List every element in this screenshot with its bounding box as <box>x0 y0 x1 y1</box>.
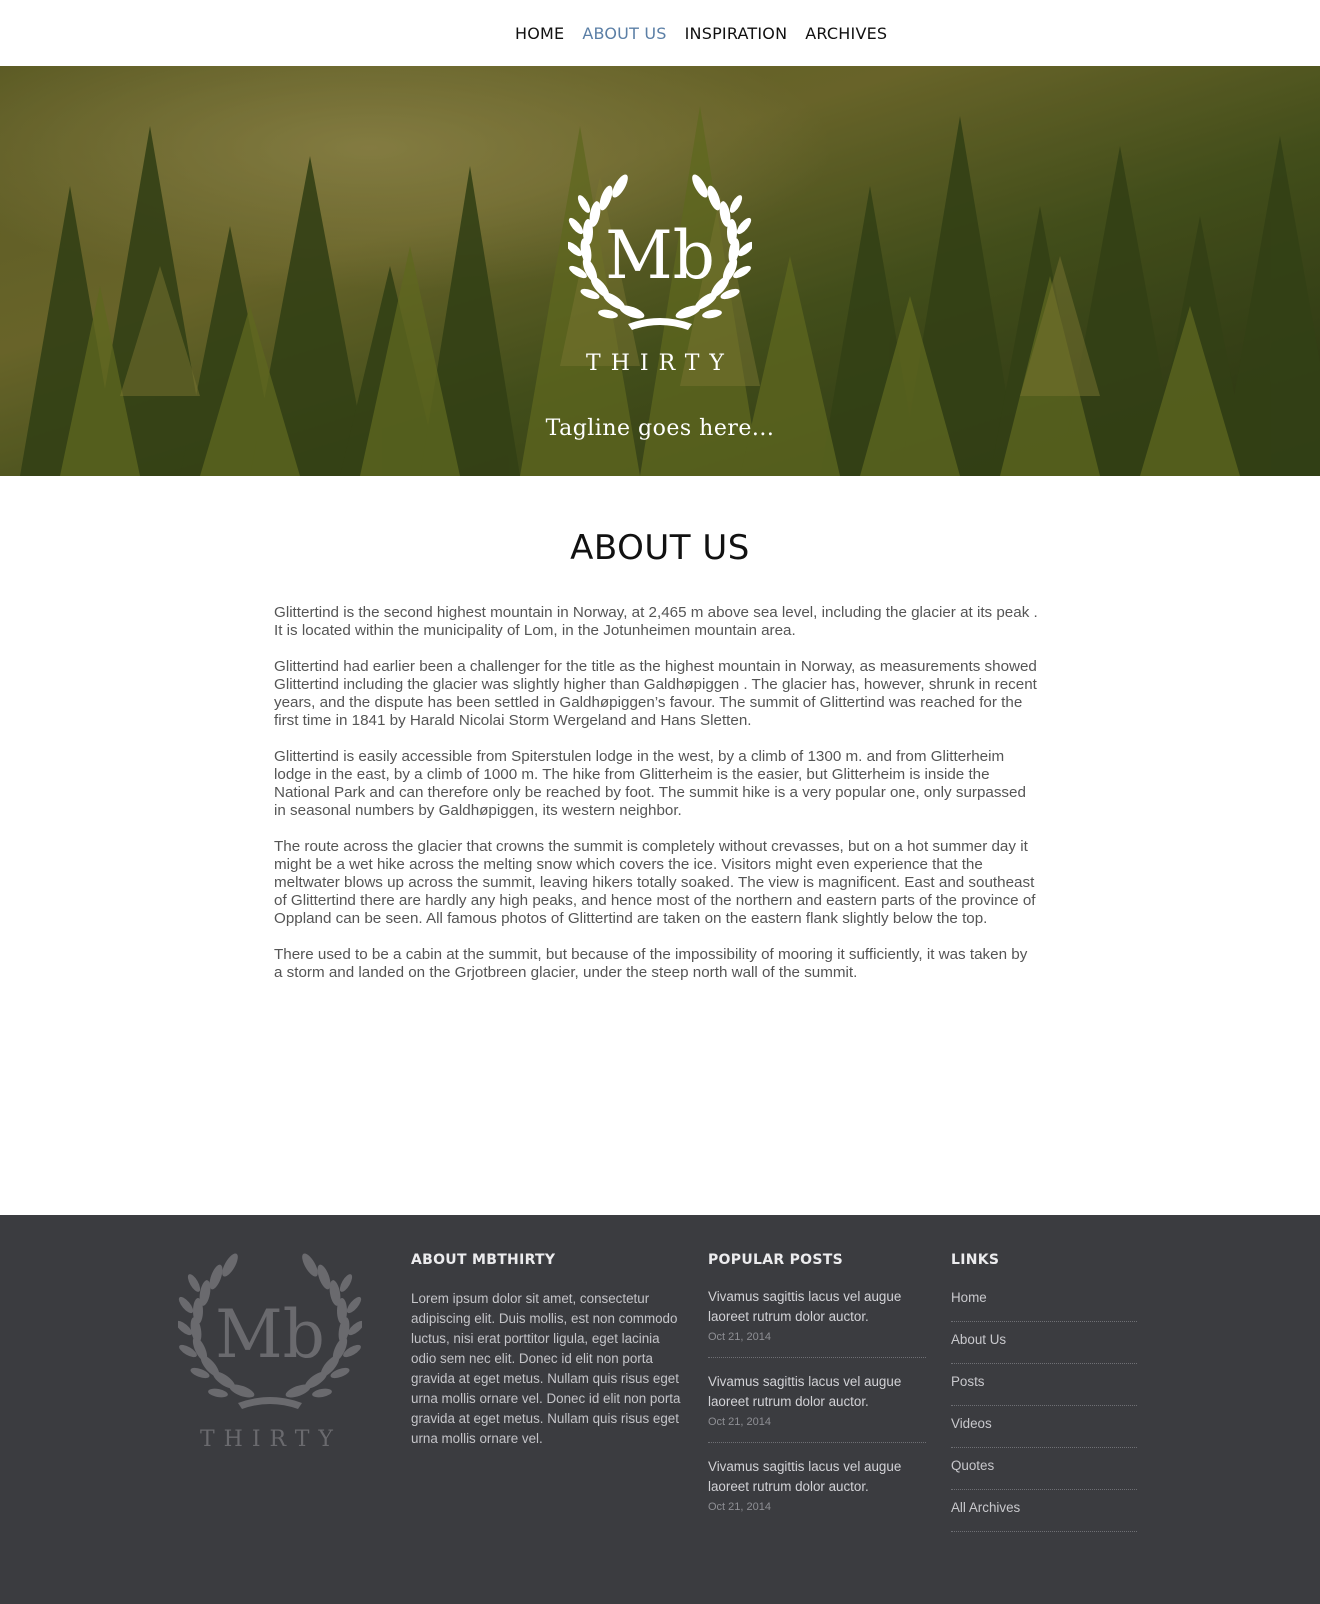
article-paragraph: Glittertind is easily accessible from Sp… <box>274 748 1026 819</box>
nav-item-about-us[interactable]: ABOUT US <box>582 24 666 44</box>
page-title: ABOUT US <box>570 528 750 568</box>
post-date: Oct 21, 2014 <box>708 1416 771 1428</box>
nav-item-inspiration[interactable]: INSPIRATION <box>685 24 788 44</box>
footer-about-text: Lorem ipsum dolor sit amet, consectetur … <box>411 1291 681 1446</box>
footer-link-all-archives[interactable]: All Archives <box>951 1491 1137 1532</box>
footer-link-posts[interactable]: Posts <box>951 1365 1137 1406</box>
post-date: Oct 21, 2014 <box>708 1501 771 1513</box>
post-title[interactable]: Vivamus sagittis lacus vel augue laoreet… <box>708 1372 926 1412</box>
logo-monogram: Mb <box>605 217 715 294</box>
footer-popular-posts: POPULAR POSTS Vivamus sagittis lacus vel… <box>708 1252 926 1527</box>
footer-about-heading: ABOUT MBTHIRTY <box>411 1252 556 1268</box>
hero-tagline: Tagline goes here... <box>545 416 775 441</box>
nav-item-home[interactable]: HOME <box>515 24 564 44</box>
hero-brand-name: THIRTY <box>586 351 734 376</box>
article-paragraph: Glittertind is the second highest mounta… <box>274 604 1038 639</box>
links-heading: LINKS <box>951 1252 1000 1268</box>
footer-link-videos[interactable]: Videos <box>951 1407 1137 1448</box>
footer-links-section: LINKS Home About Us Posts Videos Quotes … <box>951 1252 1137 1533</box>
popular-post-item[interactable]: Vivamus sagittis lacus vel augue laoreet… <box>708 1268 926 1358</box>
main-content: ABOUT US Glittertind is the second highe… <box>0 476 1320 1215</box>
footer-link-quotes[interactable]: Quotes <box>951 1449 1137 1490</box>
nav-item-archives[interactable]: ARCHIVES <box>805 24 887 44</box>
footer-brand-name: THIRTY <box>200 1427 342 1452</box>
top-navigation: HOME ABOUT US INSPIRATION ARCHIVES <box>0 0 1320 66</box>
site-footer: Mb THIRTY ABOUT MBTHIRTY Lorem ipsum dol… <box>0 1215 1320 1604</box>
post-date: Oct 21, 2014 <box>708 1331 771 1343</box>
article-paragraph: There used to be a cabin at the summit, … <box>274 946 1028 981</box>
post-title[interactable]: Vivamus sagittis lacus vel augue laoreet… <box>708 1287 926 1327</box>
footer-about-section: ABOUT MBTHIRTY Lorem ipsum dolor sit ame… <box>411 1252 681 1449</box>
footer-links-list: Home About Us Posts Videos Quotes All Ar… <box>951 1281 1137 1532</box>
popular-post-item[interactable]: Vivamus sagittis lacus vel augue laoreet… <box>708 1443 926 1527</box>
article-paragraph: The route across the glacier that crowns… <box>274 838 1036 927</box>
hero-banner: Mb THIRTY Tagline goes here... <box>0 66 1320 476</box>
post-title[interactable]: Vivamus sagittis lacus vel augue laoreet… <box>708 1457 926 1497</box>
article-paragraph: Glittertind had earlier been a challenge… <box>274 658 1037 729</box>
popular-post-item[interactable]: Vivamus sagittis lacus vel augue laoreet… <box>708 1358 926 1443</box>
about-article: Glittertind is the second highest mounta… <box>274 604 1039 1000</box>
footer-link-about-us[interactable]: About Us <box>951 1323 1137 1364</box>
popular-posts-heading: POPULAR POSTS <box>708 1252 843 1268</box>
nav-menu: HOME ABOUT US INSPIRATION ARCHIVES <box>515 24 905 44</box>
laurel-wreath-logo: Mb <box>568 174 752 330</box>
footer-laurel-logo: Mb <box>178 1253 362 1409</box>
footer-logo-monogram: Mb <box>215 1296 325 1373</box>
footer-link-home[interactable]: Home <box>951 1281 1137 1322</box>
